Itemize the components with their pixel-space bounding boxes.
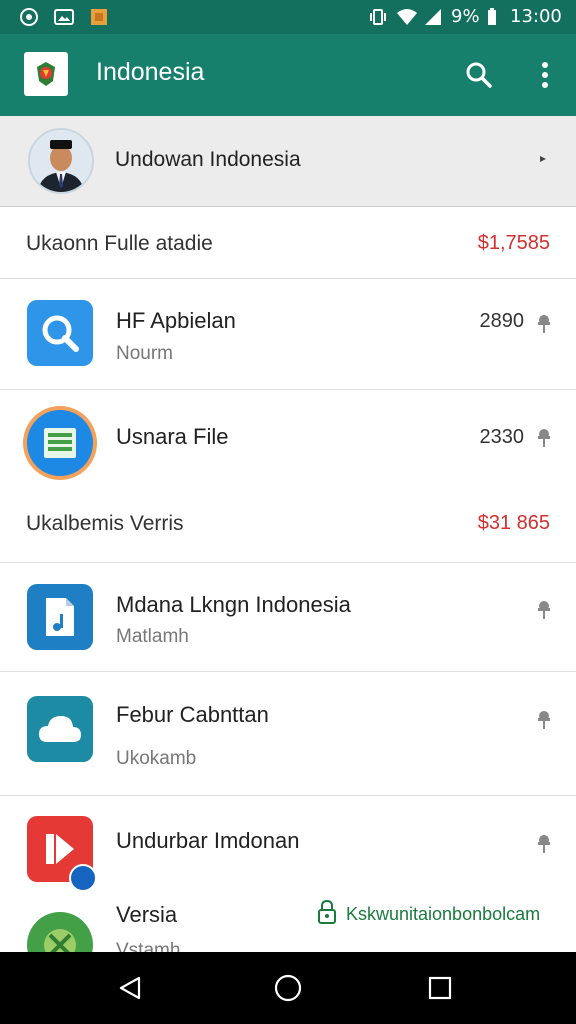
profile-name: Undowan Indonesia: [115, 148, 301, 171]
battery-icon: [486, 7, 498, 27]
item-subtitle: Vstamh: [116, 940, 181, 952]
pin-icon[interactable]: [536, 600, 552, 620]
app-bar: Indonesia: [0, 34, 576, 116]
section-amount: $1,7585: [477, 232, 550, 254]
item-title: Febur Cabnttan: [116, 702, 269, 727]
more-vert-icon[interactable]: [528, 58, 562, 92]
pin-icon[interactable]: [536, 428, 552, 448]
item-title: Undurbar Imdonan: [116, 828, 300, 853]
divider: [0, 278, 576, 279]
item-title: Versia: [116, 902, 178, 927]
image-icon: [53, 7, 75, 27]
shield-icon: [18, 7, 40, 27]
item-subtitle: Nourm: [116, 343, 174, 364]
clock: 13:00: [510, 6, 562, 27]
divider: [0, 562, 576, 563]
search-icon[interactable]: [462, 58, 496, 92]
list-item[interactable]: Usnara File 2330: [0, 390, 576, 490]
wifi-icon: [395, 7, 419, 27]
app-title: Indonesia: [96, 58, 205, 86]
item-subtitle: Matlamh: [116, 626, 189, 647]
list-item[interactable]: Febur Cabnttan Ukokamb: [0, 672, 576, 794]
link-text: Kskwunitaionbonbolcam: [346, 903, 541, 924]
profile-header[interactable]: Undowan Indonesia: [0, 116, 576, 207]
navigation-bar: [0, 952, 576, 1024]
lock-icon: [318, 899, 336, 929]
item-count: 2330: [479, 426, 525, 448]
website-link[interactable]: Kskwunitaionbonbolcam: [318, 899, 541, 929]
vibrate-icon: [368, 7, 388, 27]
badge-icon: [69, 864, 97, 892]
list-item[interactable]: Mdana Lkngn Indonesia Matlamh: [0, 564, 576, 670]
cloud-icon: [27, 696, 93, 762]
status-bar: 9% 13:00: [0, 0, 576, 34]
file-icon: [88, 7, 110, 27]
signal-icon: [423, 7, 443, 27]
list-item[interactable]: HF Apbielan Nourm 2890: [0, 280, 576, 388]
section-header: Ukalbemis Verris $31 865: [0, 490, 576, 562]
file-music-icon: [27, 584, 93, 650]
section-amount: $31 865: [477, 512, 550, 534]
item-title: Usnara File: [116, 424, 229, 449]
item-count: 2890: [479, 310, 525, 332]
recents-icon[interactable]: [422, 970, 458, 1006]
battery-percent: 9%: [451, 6, 480, 27]
pin-icon[interactable]: [536, 314, 552, 334]
pin-icon[interactable]: [536, 710, 552, 730]
section-label: Ukalbemis Verris: [26, 512, 184, 535]
coat-of-arms-icon[interactable]: [24, 52, 68, 96]
home-icon[interactable]: [270, 970, 306, 1006]
pin-icon[interactable]: [536, 834, 552, 854]
section-header: Ukaonn Fulle atadie $1,7585: [0, 208, 576, 280]
back-icon[interactable]: [112, 970, 148, 1006]
section-label: Ukaonn Fulle atadie: [26, 232, 213, 255]
search-app-icon: [27, 300, 93, 366]
avatar[interactable]: [28, 128, 94, 194]
item-title: HF Apbielan: [116, 308, 236, 333]
expand-icon[interactable]: [536, 152, 550, 166]
item-subtitle: Ukokamb: [116, 748, 197, 769]
list-item[interactable]: Undurbar Imdonan: [0, 796, 576, 896]
item-title: Mdana Lkngn Indonesia: [116, 592, 351, 617]
compass-icon: [27, 912, 93, 952]
document-app-icon: [27, 410, 93, 476]
